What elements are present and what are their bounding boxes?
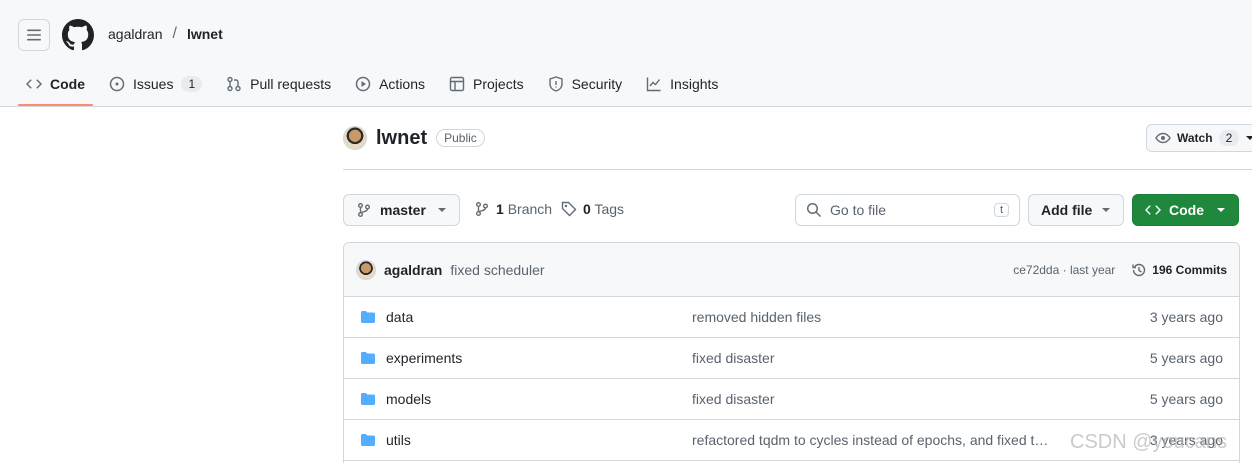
branches-count: 1 bbox=[496, 201, 504, 217]
tab-security[interactable]: Security bbox=[540, 64, 631, 104]
tags-count: 0 bbox=[583, 201, 591, 217]
history-icon bbox=[1132, 263, 1146, 276]
hamburger-icon bbox=[27, 29, 41, 41]
chevron-down-icon bbox=[1102, 208, 1110, 212]
file-name[interactable]: models bbox=[386, 391, 431, 407]
branches-link[interactable]: 1 Branch bbox=[474, 201, 552, 217]
file-date: 5 years ago bbox=[1149, 350, 1223, 366]
watch-count: 2 bbox=[1218, 130, 1240, 146]
file-commit-message[interactable]: fixed disaster bbox=[692, 350, 1052, 366]
search-icon bbox=[806, 202, 822, 218]
folder-icon bbox=[361, 352, 375, 364]
repo-name[interactable]: lwnet bbox=[376, 127, 427, 150]
file-list: agaldran fixed scheduler ce72dda · last … bbox=[343, 242, 1240, 463]
repo-header: agaldran / lwnet Code Issues 1 Pull requ… bbox=[0, 0, 1252, 107]
tab-pull-requests-label: Pull requests bbox=[250, 76, 332, 92]
code-button[interactable]: Code bbox=[1132, 194, 1239, 226]
chevron-down-icon bbox=[438, 208, 446, 212]
latest-commit-bar: agaldran fixed scheduler ce72dda · last … bbox=[344, 243, 1239, 297]
visibility-badge: Public bbox=[436, 129, 485, 147]
watch-label: Watch bbox=[1177, 131, 1213, 145]
tab-security-label: Security bbox=[571, 76, 623, 92]
avatar[interactable] bbox=[343, 126, 367, 150]
chevron-down-icon bbox=[1217, 208, 1225, 212]
folder-icon bbox=[361, 434, 375, 446]
watermark: CSDN @youcans bbox=[1070, 431, 1228, 453]
repo-tabs: Code Issues 1 Pull requests Actions Proj… bbox=[18, 64, 734, 107]
tab-actions[interactable]: Actions bbox=[347, 64, 433, 104]
pull-request-icon bbox=[227, 76, 241, 92]
tab-pull-requests[interactable]: Pull requests bbox=[218, 64, 339, 104]
tags-link[interactable]: 0 Tags bbox=[561, 201, 624, 217]
tab-projects-label: Projects bbox=[473, 76, 524, 92]
github-logo-icon[interactable] bbox=[62, 19, 94, 51]
graph-icon bbox=[646, 77, 661, 92]
commit-message[interactable]: fixed scheduler bbox=[450, 262, 544, 278]
breadcrumb-separator: / bbox=[172, 25, 177, 42]
issues-count-badge: 1 bbox=[181, 76, 203, 92]
issue-icon bbox=[109, 76, 125, 92]
divider bbox=[343, 169, 1252, 170]
go-to-file-input[interactable]: Go to file t bbox=[795, 194, 1020, 226]
tag-icon bbox=[561, 201, 577, 217]
commit-meta[interactable]: ce72dda · last year bbox=[1013, 263, 1115, 277]
add-file-button[interactable]: Add file bbox=[1028, 194, 1124, 226]
eye-icon bbox=[1155, 132, 1171, 144]
play-icon bbox=[355, 76, 371, 92]
folder-icon bbox=[361, 393, 375, 405]
list-item[interactable]: models fixed disaster 5 years ago bbox=[344, 379, 1239, 420]
file-date: 3 years ago bbox=[1149, 309, 1223, 325]
shield-icon bbox=[548, 76, 563, 92]
list-item[interactable]: data removed hidden files 3 years ago bbox=[344, 297, 1239, 338]
watch-button[interactable]: Watch 2 bbox=[1146, 124, 1252, 152]
breadcrumb-owner[interactable]: agaldran bbox=[108, 26, 163, 42]
branches-label: Branch bbox=[507, 201, 553, 217]
tab-projects[interactable]: Projects bbox=[441, 64, 532, 104]
file-commit-message[interactable]: refactored tqdm to cycles instead of epo… bbox=[692, 432, 1052, 448]
file-name[interactable]: utils bbox=[386, 432, 411, 448]
list-item[interactable]: experiments fixed disaster 5 years ago bbox=[344, 338, 1239, 379]
tab-issues[interactable]: Issues 1 bbox=[101, 64, 210, 104]
tab-issues-label: Issues bbox=[133, 76, 174, 92]
tab-insights-label: Insights bbox=[670, 76, 719, 92]
commits-link[interactable]: 196 Commits bbox=[1131, 262, 1227, 278]
file-date: 5 years ago bbox=[1149, 391, 1223, 407]
tab-actions-label: Actions bbox=[379, 76, 426, 92]
branch-icon bbox=[358, 203, 370, 217]
branch-name: master bbox=[380, 202, 426, 218]
breadcrumb: agaldran / lwnet bbox=[108, 25, 223, 43]
commit-author[interactable]: agaldran bbox=[384, 262, 442, 278]
search-placeholder: Go to file bbox=[830, 202, 887, 218]
file-name[interactable]: experiments bbox=[386, 350, 462, 366]
tab-code[interactable]: Code bbox=[18, 64, 93, 106]
file-commit-message[interactable]: fixed disaster bbox=[692, 391, 1052, 407]
folder-icon bbox=[361, 311, 375, 323]
menu-button[interactable] bbox=[18, 19, 50, 51]
code-icon bbox=[1145, 205, 1161, 215]
repo-title: lwnet Public bbox=[343, 126, 485, 150]
branch-icon bbox=[476, 202, 488, 216]
code-icon bbox=[26, 79, 42, 89]
add-file-label: Add file bbox=[1041, 202, 1093, 218]
tags-label: Tags bbox=[594, 201, 625, 217]
branch-select-button[interactable]: master bbox=[343, 194, 460, 226]
table-icon bbox=[449, 76, 465, 92]
commits-count: 196 Commits bbox=[1152, 262, 1227, 277]
breadcrumb-repo[interactable]: lwnet bbox=[187, 26, 223, 42]
file-commit-message[interactable]: removed hidden files bbox=[692, 309, 1052, 325]
search-shortcut: t bbox=[993, 203, 1009, 217]
code-button-label: Code bbox=[1169, 202, 1204, 218]
tab-code-label: Code bbox=[50, 76, 85, 92]
file-name[interactable]: data bbox=[386, 309, 413, 325]
chevron-down-icon bbox=[1246, 136, 1252, 140]
tab-insights[interactable]: Insights bbox=[638, 64, 726, 104]
avatar[interactable] bbox=[356, 259, 376, 280]
